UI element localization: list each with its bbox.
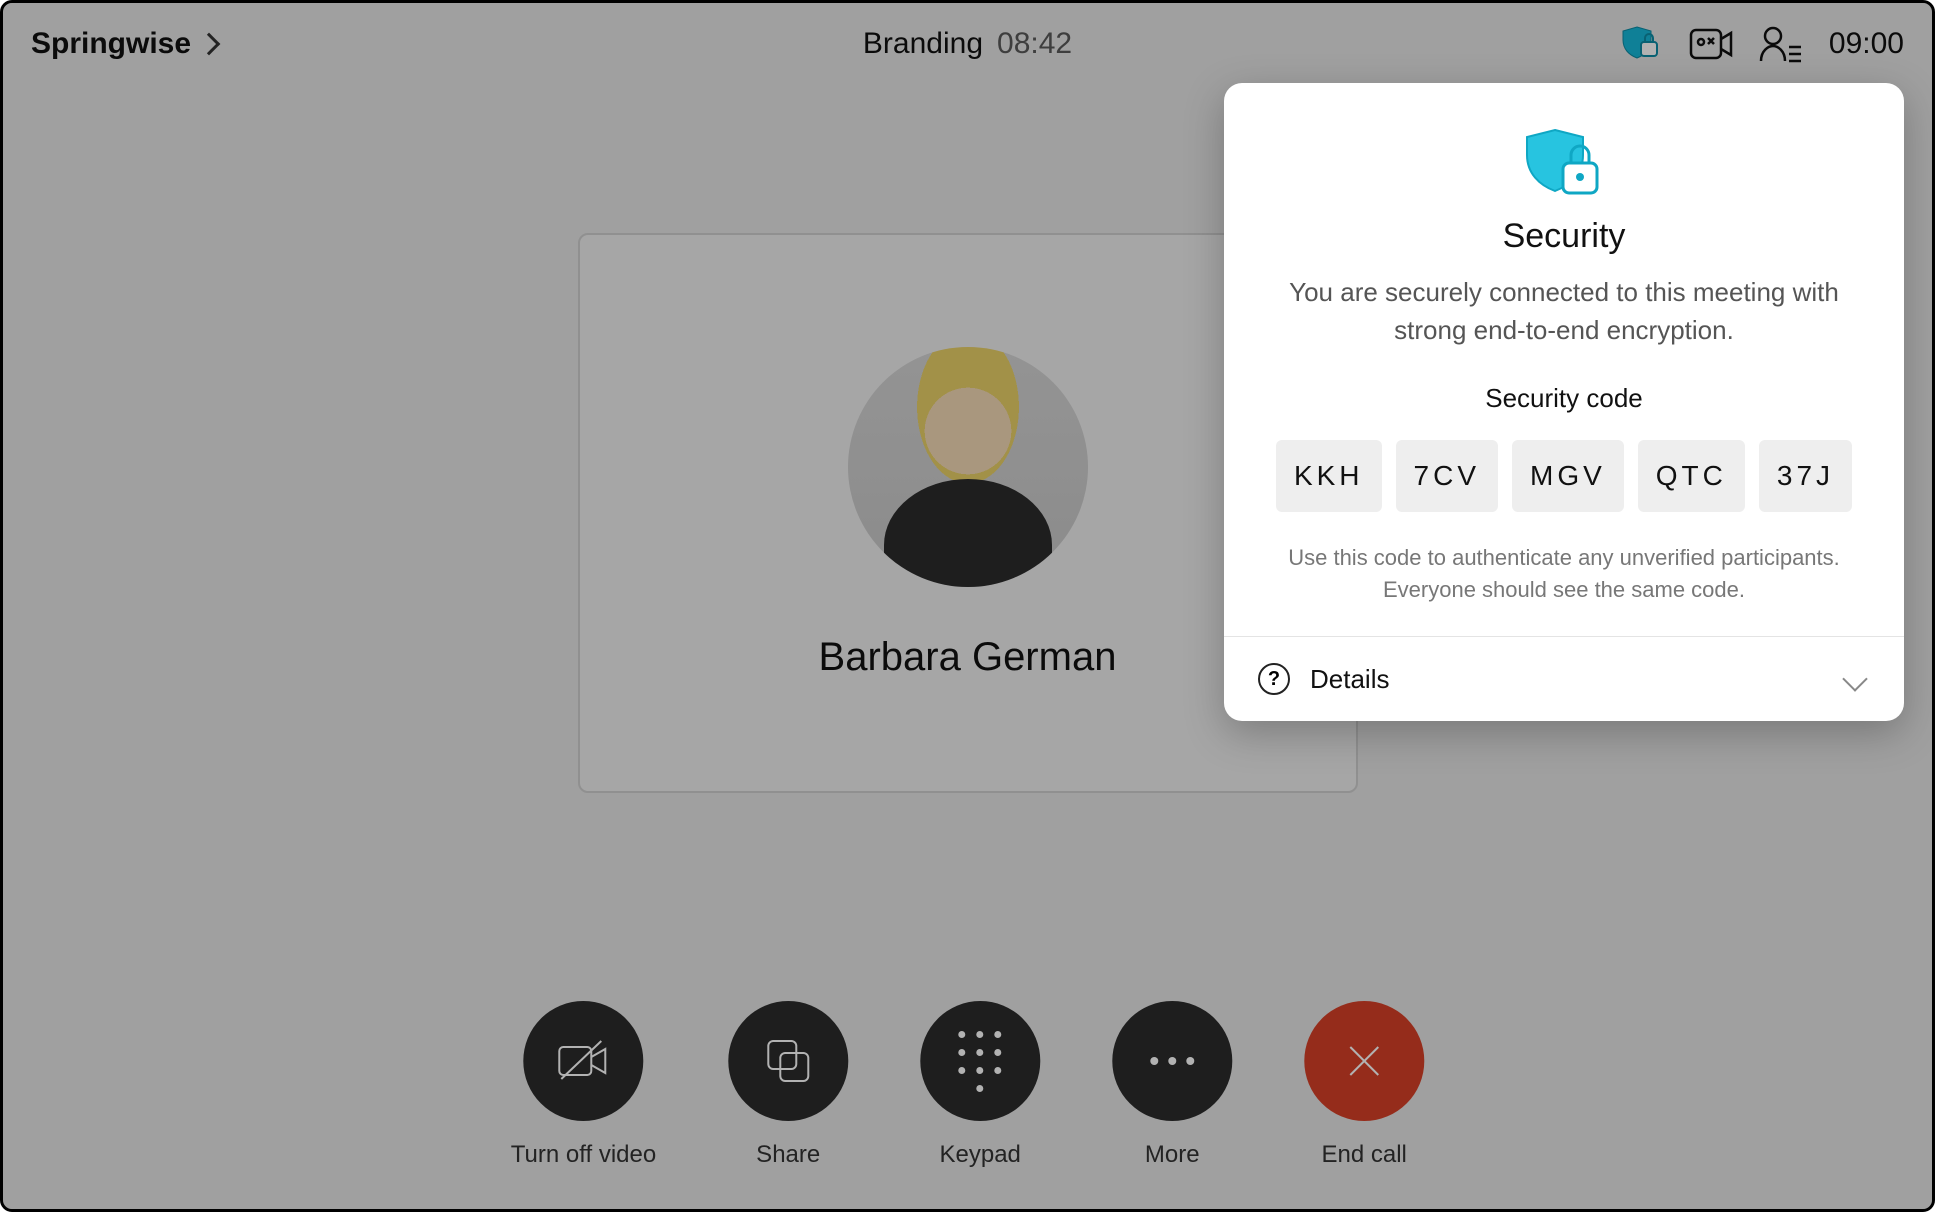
chevron-down-icon bbox=[1842, 666, 1867, 691]
security-popover: Security You are securely connected to t… bbox=[1224, 83, 1904, 721]
security-code-chip: QTC bbox=[1638, 440, 1745, 512]
help-icon: ? bbox=[1258, 663, 1290, 695]
details-label: Details bbox=[1310, 664, 1826, 695]
security-title: Security bbox=[1266, 217, 1862, 256]
security-code-label: Security code bbox=[1266, 383, 1862, 414]
security-code-row: KKH 7CV MGV QTC 37J bbox=[1266, 440, 1862, 512]
security-description: You are securely connected to this meeti… bbox=[1266, 274, 1862, 349]
details-row[interactable]: ? Details bbox=[1224, 636, 1904, 721]
security-code-chip: KKH bbox=[1276, 440, 1382, 512]
security-code-chip: 7CV bbox=[1396, 440, 1498, 512]
security-hint: Use this code to authenticate any unveri… bbox=[1266, 542, 1862, 606]
security-code-chip: MGV bbox=[1512, 440, 1624, 512]
security-code-chip: 37J bbox=[1759, 440, 1852, 512]
shield-lock-icon bbox=[1266, 125, 1862, 205]
